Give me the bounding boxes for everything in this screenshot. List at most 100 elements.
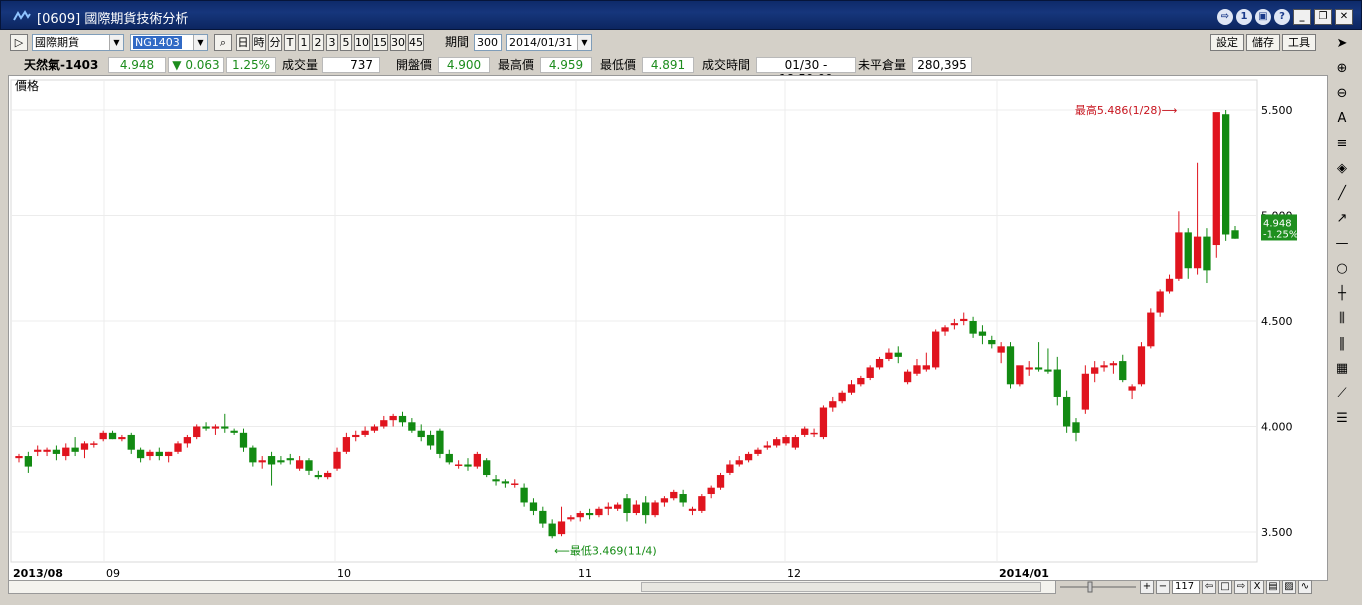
period-button-10[interactable]: 30 xyxy=(390,34,406,51)
candle-body xyxy=(819,407,828,438)
candle-body xyxy=(698,496,706,511)
date-select[interactable]: 2014/01/31 ▼ xyxy=(506,34,592,51)
candle-body xyxy=(221,426,229,429)
candle-body xyxy=(1175,232,1183,279)
chart-panel[interactable]: 5.5005.0004.5004.0003.5002013/0809101112… xyxy=(8,75,1328,581)
horizontal-scrollbar[interactable] xyxy=(8,580,1056,594)
plus-icon[interactable]: + xyxy=(1140,580,1154,594)
candle-body xyxy=(258,460,266,463)
candle-body xyxy=(529,502,538,511)
horizontal-line-icon[interactable]: — xyxy=(1331,231,1353,256)
time-label: 成交時間 xyxy=(702,58,751,72)
hline-icon[interactable]: ≡ xyxy=(1331,131,1353,156)
image-icon[interactable]: ▨ xyxy=(1282,580,1296,594)
zoom-out-icon[interactable]: ⊖ xyxy=(1331,81,1353,106)
fib-icon[interactable]: ☰ xyxy=(1331,406,1353,431)
volume-label: 成交量 xyxy=(282,58,319,72)
candle-body xyxy=(305,460,313,471)
candle-body xyxy=(90,443,98,445)
settings-button[interactable]: 設定 xyxy=(1210,34,1244,51)
tools-button[interactable]: 工具 xyxy=(1282,34,1316,51)
candle-body xyxy=(1025,367,1033,370)
candle-body xyxy=(408,422,416,431)
circle-icon[interactable]: ○ xyxy=(1331,256,1353,281)
tick-icon[interactable]: ┼ xyxy=(1331,281,1353,306)
candle-body xyxy=(239,432,248,448)
candle-body xyxy=(1184,232,1192,269)
candle-body xyxy=(62,447,70,457)
help-icon[interactable]: ? xyxy=(1274,9,1290,25)
export-excel-icon[interactable]: X xyxy=(1250,580,1264,594)
last-pct-label: -1.25% xyxy=(1263,229,1298,240)
save-button[interactable]: 儲存 xyxy=(1246,34,1280,51)
period-button-2[interactable]: 分 xyxy=(268,34,282,51)
chart-icon[interactable]: ∿ xyxy=(1298,580,1312,594)
forward-icon[interactable]: ⇨ xyxy=(1234,580,1248,594)
candle-body xyxy=(576,513,584,518)
close-icon[interactable]: ✕ xyxy=(1335,9,1353,25)
period-button-3[interactable]: T xyxy=(284,34,296,51)
period-button-0[interactable]: 日 xyxy=(236,34,250,51)
disk-icon[interactable]: ▤ xyxy=(1266,580,1280,594)
cursor-icon[interactable]: ➤ xyxy=(1331,31,1353,56)
minimize-icon[interactable]: _ xyxy=(1293,9,1311,25)
play-button[interactable]: ▷ xyxy=(10,34,28,51)
app-logo-icon xyxy=(13,10,31,21)
print-icon[interactable]: ▣ xyxy=(1255,9,1271,25)
fan-icon[interactable]: ⟋ xyxy=(1331,381,1353,406)
candle-body xyxy=(520,487,528,503)
period-button-9[interactable]: 15 xyxy=(372,34,388,51)
period-button-4[interactable]: 1 xyxy=(298,34,310,51)
period-button-5[interactable]: 2 xyxy=(312,34,324,51)
scrollbar-thumb[interactable] xyxy=(641,582,1041,592)
minus-icon[interactable]: − xyxy=(1156,580,1170,594)
period-button-6[interactable]: 3 xyxy=(326,34,338,51)
candle-body xyxy=(1072,422,1080,433)
price-change: ▼ 0.063 xyxy=(168,57,224,73)
candle-body xyxy=(211,426,220,429)
info-icon[interactable]: 1 xyxy=(1236,9,1252,25)
candle-body xyxy=(595,508,603,516)
period-button-11[interactable]: 45 xyxy=(408,34,424,51)
candle-body xyxy=(1053,369,1061,397)
candle-body xyxy=(548,523,556,537)
zoom-input[interactable]: 117 xyxy=(1172,580,1200,594)
back-icon[interactable]: ⇦ xyxy=(1202,580,1216,594)
candle-body xyxy=(1231,230,1239,239)
price-chart[interactable]: 5.5005.0004.5004.0003.5002013/0809101112… xyxy=(9,76,1327,580)
candle-body xyxy=(230,430,238,433)
candle-body xyxy=(623,498,631,514)
export-icon[interactable]: ⇨ xyxy=(1217,9,1233,25)
period-button-8[interactable]: 10 xyxy=(354,34,370,51)
period-button-1[interactable]: 時 xyxy=(252,34,266,51)
stop-icon[interactable]: □ xyxy=(1218,580,1232,594)
low-value: 4.891 xyxy=(642,57,694,73)
arrow-icon[interactable]: ↗ xyxy=(1331,206,1353,231)
fill-icon[interactable]: ◈ xyxy=(1331,156,1353,181)
period-button-7[interactable]: 5 xyxy=(340,34,352,51)
x-tick-label: 12 xyxy=(787,567,801,580)
grid-icon[interactable]: ▦ xyxy=(1331,356,1353,381)
candle-body xyxy=(165,451,173,457)
candle-body xyxy=(108,432,117,440)
period-input[interactable]: 300 xyxy=(474,34,502,51)
text-icon[interactable]: A xyxy=(1331,106,1353,131)
market-select[interactable]: 國際期貨 ▼ xyxy=(32,34,124,51)
candle-body xyxy=(1193,236,1202,269)
candle-body xyxy=(155,451,163,457)
zoom-slider[interactable] xyxy=(1058,581,1138,593)
candle-body xyxy=(773,439,781,446)
candle-body xyxy=(436,430,444,454)
bars-icon[interactable]: ⫼ xyxy=(1331,306,1353,331)
candle-body xyxy=(389,415,397,421)
line-icon[interactable]: ╱ xyxy=(1331,181,1353,206)
restore-icon[interactable]: ❐ xyxy=(1314,9,1332,25)
x-tick-label: 2013/08 xyxy=(13,567,63,580)
candle-body xyxy=(791,437,800,448)
zoom-in-icon[interactable]: ⊕ xyxy=(1331,56,1353,81)
last-price-label: 4.948 xyxy=(1263,218,1292,229)
volume-icon[interactable]: ‖ xyxy=(1331,331,1353,356)
symbol-select[interactable]: NG1403 ▼ xyxy=(130,34,208,51)
y-tick-label: 5.500 xyxy=(1261,104,1293,117)
search-button[interactable]: ⌕ xyxy=(214,34,232,51)
